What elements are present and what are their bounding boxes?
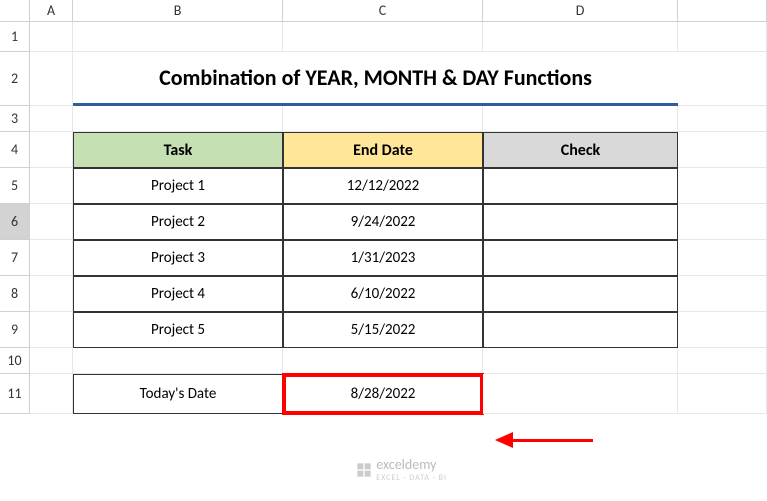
- table-row[interactable]: [483, 168, 678, 204]
- row-header-5[interactable]: 5: [0, 168, 30, 204]
- table-row[interactable]: 1/31/2023: [283, 240, 483, 276]
- row-header-4[interactable]: 4: [0, 132, 30, 168]
- table-header-enddate[interactable]: End Date: [283, 132, 483, 168]
- cell-d11[interactable]: [483, 374, 678, 414]
- select-all-corner[interactable]: [0, 0, 30, 22]
- cell-c3[interactable]: [283, 106, 483, 132]
- cell-a1[interactable]: [30, 22, 73, 52]
- watermark: exceldemy EXCEL · DATA · BI: [356, 456, 447, 483]
- row-header-3[interactable]: 3: [0, 106, 30, 132]
- cell-c10[interactable]: [283, 348, 483, 374]
- table-row[interactable]: 9/24/2022: [283, 204, 483, 240]
- cell-c1[interactable]: [283, 22, 483, 52]
- cell-a8[interactable]: [30, 276, 73, 312]
- cell-a5[interactable]: [30, 168, 73, 204]
- cell-a10[interactable]: [30, 348, 73, 374]
- watermark-sub: EXCEL · DATA · BI: [376, 473, 447, 483]
- page-title[interactable]: Combination of YEAR, MONTH & DAY Functio…: [73, 52, 678, 106]
- cell-d1[interactable]: [483, 22, 678, 52]
- row-header-8[interactable]: 8: [0, 276, 30, 312]
- arrow-head-icon: [495, 432, 513, 448]
- cell-a3[interactable]: [30, 106, 73, 132]
- todays-date-value[interactable]: 8/28/2022: [283, 374, 483, 414]
- table-row[interactable]: 5/15/2022: [283, 312, 483, 348]
- row-header-7[interactable]: 7: [0, 240, 30, 276]
- cell-a4[interactable]: [30, 132, 73, 168]
- spreadsheet-grid: A B C D 1 2 Combination of YEAR, MONTH &…: [0, 0, 767, 414]
- cell-a9[interactable]: [30, 312, 73, 348]
- table-row[interactable]: Project 1: [73, 168, 283, 204]
- arrow-annotation: [495, 432, 593, 448]
- table-row[interactable]: [483, 240, 678, 276]
- table-row[interactable]: Project 4: [73, 276, 283, 312]
- cell-e9: [678, 312, 767, 348]
- todays-date-label[interactable]: Today's Date: [73, 374, 283, 414]
- table-row[interactable]: Project 3: [73, 240, 283, 276]
- cell-e3: [678, 106, 767, 132]
- col-header-c[interactable]: C: [283, 0, 483, 22]
- col-header-b[interactable]: B: [73, 0, 283, 22]
- table-row[interactable]: [483, 312, 678, 348]
- cell-e10: [678, 348, 767, 374]
- arrow-line-icon: [513, 439, 593, 442]
- table-row[interactable]: 6/10/2022: [283, 276, 483, 312]
- col-header-a[interactable]: A: [30, 0, 73, 22]
- cell-e6: [678, 204, 767, 240]
- cell-a6[interactable]: [30, 204, 73, 240]
- cell-d3[interactable]: [483, 106, 678, 132]
- col-header-d[interactable]: D: [483, 0, 678, 22]
- table-header-task[interactable]: Task: [73, 132, 283, 168]
- row-header-1[interactable]: 1: [0, 22, 30, 52]
- table-row[interactable]: [483, 204, 678, 240]
- cell-d10[interactable]: [483, 348, 678, 374]
- cell-b1[interactable]: [73, 22, 283, 52]
- cell-b10[interactable]: [73, 348, 283, 374]
- watermark-name: exceldemy: [376, 456, 447, 473]
- table-header-check[interactable]: Check: [483, 132, 678, 168]
- table-row[interactable]: [483, 276, 678, 312]
- row-header-10[interactable]: 10: [0, 348, 30, 374]
- cell-e1: [678, 22, 767, 52]
- cell-a2[interactable]: [30, 52, 73, 106]
- table-row[interactable]: Project 2: [73, 204, 283, 240]
- row-header-9[interactable]: 9: [0, 312, 30, 348]
- cell-e4: [678, 132, 767, 168]
- col-header-blank: [678, 0, 767, 22]
- cell-b3[interactable]: [73, 106, 283, 132]
- row-header-6[interactable]: 6: [0, 204, 30, 240]
- table-row[interactable]: Project 5: [73, 312, 283, 348]
- row-header-2[interactable]: 2: [0, 52, 30, 106]
- cell-a7[interactable]: [30, 240, 73, 276]
- cell-e7: [678, 240, 767, 276]
- cell-a11[interactable]: [30, 374, 73, 414]
- cell-e5: [678, 168, 767, 204]
- table-row[interactable]: 12/12/2022: [283, 168, 483, 204]
- row-header-11[interactable]: 11: [0, 374, 30, 414]
- cell-e11: [678, 374, 767, 414]
- cell-e8: [678, 276, 767, 312]
- cell-e2: [678, 52, 767, 106]
- watermark-icon: [356, 462, 372, 478]
